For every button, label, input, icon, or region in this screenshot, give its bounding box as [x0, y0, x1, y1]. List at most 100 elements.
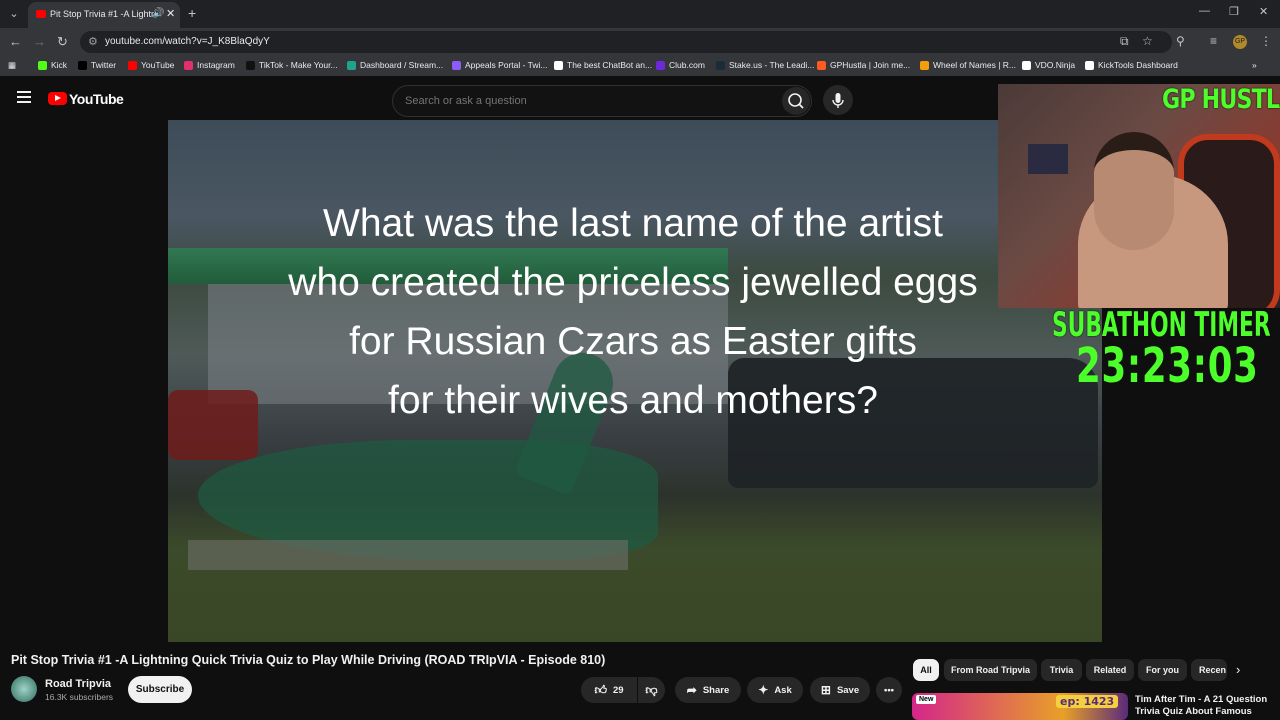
subscriber-count: 16.3K subscribers [45, 692, 114, 702]
bookmark-favicon-icon [184, 60, 193, 70]
address-bar[interactable]: ⚙ youtube.com/watch?v=J_K8BlaQdyY [80, 31, 1172, 53]
share-button[interactable]: ➦ Share [675, 677, 741, 703]
streamer-head [1094, 132, 1174, 250]
bookmark-item[interactable]: YouTube [128, 60, 174, 70]
bookmark-label: Dashboard / Stream... [360, 60, 444, 70]
browser-tab-strip: ⌄ Pit Stop Trivia #1 -A Lightning 🔊 ✕ + … [0, 0, 1280, 28]
chip-from-channel[interactable]: From Road Tripvia [944, 659, 1037, 681]
video-player[interactable]: What was the last name of the artist who… [168, 120, 1102, 642]
channel-avatar[interactable] [11, 676, 37, 702]
trivia-question: What was the last name of the artist who… [218, 194, 1048, 430]
question-line: What was the last name of the artist [323, 202, 943, 245]
tab-close-icon[interactable]: ✕ [166, 7, 175, 20]
related-video-thumbnail[interactable]: New ep: 1423 [912, 693, 1128, 720]
search-button[interactable] [782, 87, 810, 115]
more-actions-button[interactable]: ••• [876, 677, 902, 703]
chip-for-you[interactable]: For you [1138, 659, 1187, 681]
minimize-icon[interactable]: — [1199, 5, 1210, 17]
bookmark-label: YouTube [141, 60, 175, 70]
youtube-logo-icon[interactable] [48, 92, 67, 105]
related-video-title[interactable]: Tim After Tim - A 21 Question Trivia Qui… [1135, 694, 1275, 718]
tab-audio-icon[interactable]: 🔊 [152, 8, 164, 19]
chip-trivia[interactable]: Trivia [1041, 659, 1082, 681]
new-tab-icon[interactable]: + [188, 5, 196, 21]
search-input[interactable] [403, 92, 767, 110]
ask-label: Ask [774, 684, 792, 696]
like-button[interactable]: 👍︎ 29 [581, 677, 637, 703]
save-playlist-icon: ⊞ [820, 683, 831, 697]
bookmark-label: TikTok - Make Your... [259, 60, 338, 70]
bookmark-favicon-icon [246, 60, 255, 70]
share-icon: ➦ [686, 683, 697, 697]
hamburger-menu-icon[interactable] [17, 91, 31, 103]
chip-related[interactable]: Related [1086, 659, 1134, 681]
bookmark-label: GPHustla | Join me... [830, 60, 911, 70]
chip-recent[interactable]: Recen [1191, 659, 1227, 681]
episode-badge: ep: 1423 [1056, 695, 1119, 708]
bookmark-item[interactable]: Wheel of Names | R... [920, 60, 1016, 70]
sparkle-icon: ✦ [758, 683, 769, 697]
bookmark-favicon-icon [128, 60, 137, 70]
cast-icon[interactable]: ⧉ [1120, 34, 1129, 49]
thumbs-up-icon: 👍︎ [594, 682, 607, 697]
bookmark-label: Appeals Portal - Twi... [465, 60, 548, 70]
search-box[interactable] [392, 85, 812, 117]
maximize-icon[interactable]: ❐ [1229, 5, 1239, 18]
chip-all[interactable]: All [913, 659, 939, 681]
bookmark-item[interactable]: TikTok - Make Your... [246, 60, 338, 70]
bookmark-item[interactable]: GPHustla | Join me... [817, 60, 910, 70]
bookmark-favicon-icon [554, 60, 563, 70]
bookmark-label: Club.com [669, 60, 705, 70]
bookmark-label: Stake.us - The Leadi... [729, 60, 815, 70]
more-icon: ••• [884, 684, 894, 696]
subscribe-button[interactable]: Subscribe [128, 676, 192, 703]
concrete-slab [188, 540, 628, 570]
bookmark-item[interactable]: Kick [38, 60, 67, 70]
forward-icon[interactable]: → [33, 34, 46, 49]
youtube-favicon-icon [36, 10, 46, 18]
bookmark-label: Kick [51, 60, 68, 70]
bookmark-item[interactable]: Instagram [184, 60, 235, 70]
ask-button[interactable]: ✦ Ask [747, 677, 803, 703]
bookmark-favicon-icon [817, 60, 826, 70]
webcam-overlay [998, 84, 1280, 308]
profile-avatar[interactable]: GP [1233, 35, 1247, 49]
apps-grid-icon[interactable]: ▦ [8, 60, 16, 71]
bookmark-favicon-icon [78, 60, 87, 70]
save-button[interactable]: ⊞ Save [810, 677, 870, 703]
bookmark-item[interactable]: Twitter [78, 60, 116, 70]
more-bookmarks-icon[interactable]: » [1252, 60, 1257, 70]
site-info-icon[interactable]: ⚙ [88, 35, 98, 48]
channel-name[interactable]: Road Tripvia [45, 678, 111, 690]
bookmark-label: VDO.Ninja [1035, 60, 1076, 70]
like-count: 29 [612, 684, 624, 696]
media-controls-icon[interactable]: ≡ [1210, 34, 1217, 48]
bookmark-item[interactable]: Club.com [656, 60, 705, 70]
bookmark-label: Instagram [197, 60, 235, 70]
tab-search-icon[interactable]: ⌄ [6, 6, 22, 22]
voice-search-button[interactable] [823, 85, 853, 115]
window-close-icon[interactable]: ✕ [1259, 5, 1268, 18]
thumbs-down-icon: 👎︎ [645, 682, 658, 697]
bookmark-star-icon[interactable]: ☆ [1142, 34, 1153, 48]
bookmark-item[interactable]: Appeals Portal - Twi... [452, 60, 548, 70]
bookmark-item[interactable]: VDO.Ninja [1022, 60, 1075, 70]
back-icon[interactable]: ← [9, 34, 22, 49]
question-line: for their wives and mothers? [388, 379, 878, 422]
url-text[interactable]: youtube.com/watch?v=J_K8BlaQdyY [105, 36, 270, 47]
dislike-button[interactable]: 👎︎ [638, 677, 665, 703]
chevron-right-icon[interactable]: › [1236, 662, 1240, 677]
youtube-wordmark[interactable]: YouTube [69, 91, 124, 107]
bookmark-item[interactable]: Stake.us - The Leadi... [716, 60, 814, 70]
chrome-menu-icon[interactable]: ⋮ [1260, 34, 1272, 48]
question-line: who created the priceless jewelled eggs [288, 261, 978, 304]
bookmark-favicon-icon [1022, 60, 1031, 70]
bookmark-item[interactable]: Dashboard / Stream... [347, 60, 443, 70]
bookmark-item[interactable]: KickTools Dashboard [1085, 60, 1178, 70]
extensions-icon[interactable]: ⚲ [1176, 34, 1185, 48]
bookmark-label: KickTools Dashboard [1098, 60, 1178, 70]
bookmark-favicon-icon [716, 60, 725, 70]
bookmark-item[interactable]: The best ChatBot an... [554, 60, 652, 70]
reload-icon[interactable]: ↻ [57, 34, 68, 50]
browser-tab-active[interactable]: Pit Stop Trivia #1 -A Lightning 🔊 ✕ [28, 2, 180, 28]
